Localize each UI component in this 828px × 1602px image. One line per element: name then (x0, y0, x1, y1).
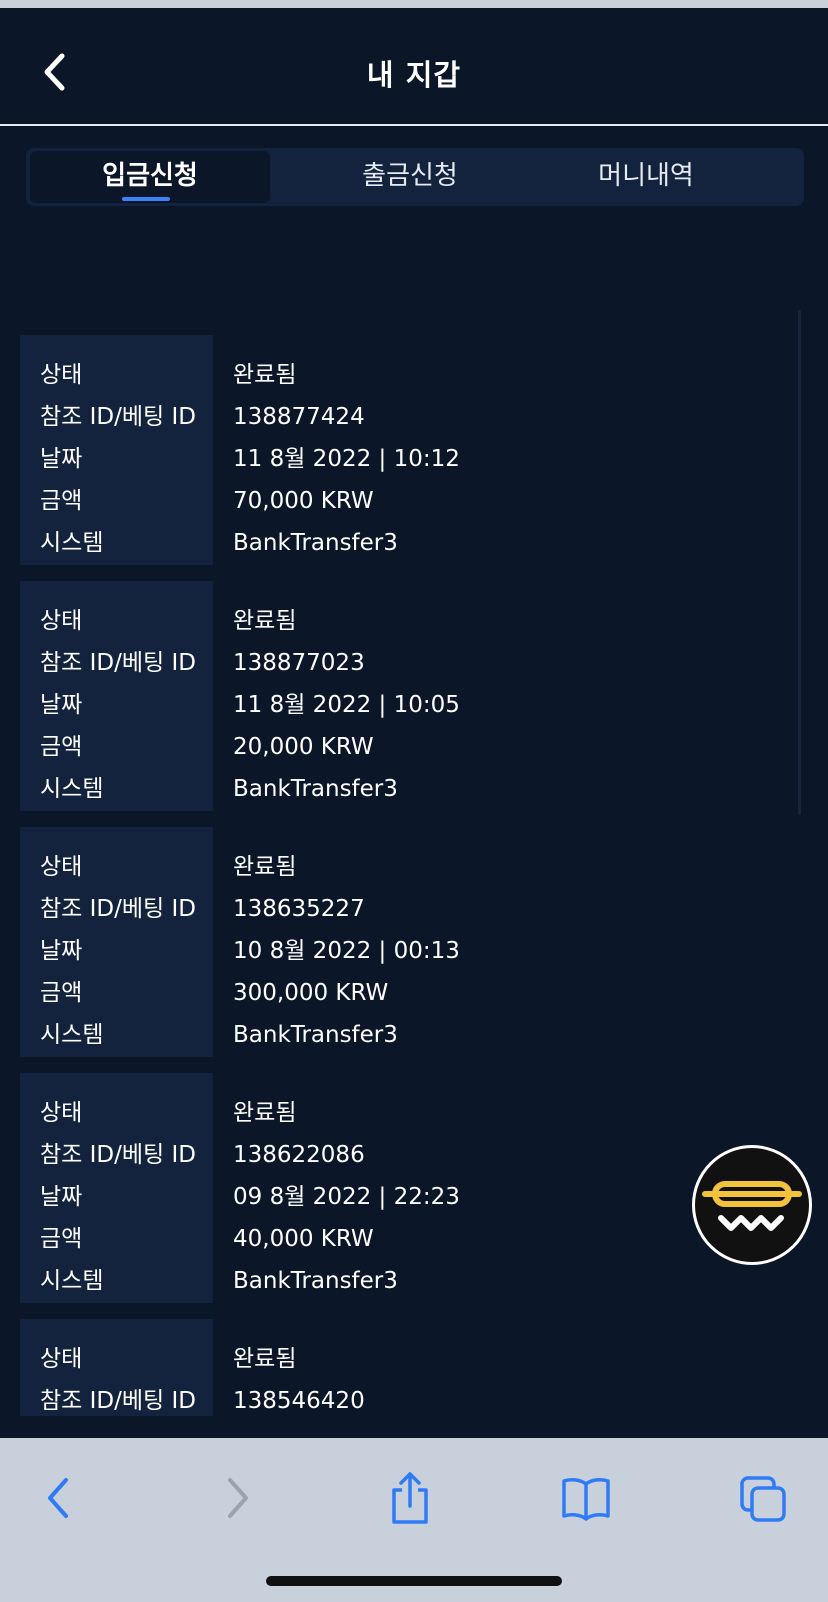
status-row: 상태 완료됨 (20, 601, 798, 641)
tab-label: 입금신청 (102, 161, 198, 191)
system-row: 시스템 BankTransfer3 (20, 523, 798, 563)
amount-label: 금액 (40, 1226, 83, 1252)
status-row: 상태 완료됨 (20, 1093, 798, 1133)
system-label: 시스템 (40, 1268, 104, 1294)
amount-label: 금액 (40, 734, 83, 760)
system-label: 시스템 (40, 776, 104, 802)
amount-row: 금액 70,000 KRW (20, 481, 798, 521)
tab-money-history[interactable]: 머니내역 (526, 151, 766, 203)
status-strip (0, 0, 828, 8)
tabs-icon (740, 1476, 786, 1522)
ref-label: 참조 ID/베팅 ID (40, 1388, 196, 1414)
bookmarks-button[interactable] (556, 1468, 616, 1528)
floating-chat-button[interactable] (692, 1145, 812, 1265)
status-row: 상태 완료됨 (20, 355, 798, 395)
forward-arrow-icon (228, 1478, 248, 1518)
ref-value: 138877023 (233, 650, 365, 676)
amount-row: 금액 300,000 KRW (20, 973, 798, 1013)
system-row: 시스템 BankTransfer3 (20, 769, 798, 809)
date-value: 11 8월 2022 | 10:05 (233, 692, 460, 718)
tab-withdraw-request[interactable]: 출금신청 (290, 151, 530, 203)
transaction-list: 상태 완료됨 참조 ID/베팅 ID 138877424 날짜 11 8월 20… (20, 335, 798, 1416)
tabs-button[interactable] (734, 1468, 794, 1528)
system-value: BankTransfer3 (233, 1022, 398, 1048)
status-value: 완료됨 (233, 362, 297, 388)
ref-row: 참조 ID/베팅 ID 138635227 (20, 889, 798, 929)
system-value: BankTransfer3 (233, 530, 398, 556)
date-label: 날짜 (40, 692, 83, 718)
home-indicator (266, 1576, 562, 1586)
ref-label: 참조 ID/베팅 ID (40, 896, 196, 922)
amount-row: 금액 20,000 KRW (20, 727, 798, 767)
date-value: 11 8월 2022 | 10:12 (233, 446, 460, 472)
system-row: 시스템 BankTransfer3 (20, 1261, 798, 1301)
ref-row: 참조 ID/베팅 ID 138622086 (20, 1135, 798, 1175)
amount-label: 금액 (40, 488, 83, 514)
scrollbar[interactable] (798, 310, 801, 815)
status-row: 상태 완료됨 (20, 847, 798, 887)
status-value: 완료됨 (233, 1346, 297, 1372)
transaction-card: 상태 완료됨 참조 ID/베팅 ID 138877023 날짜 11 8월 20… (20, 581, 798, 811)
ref-value: 138877424 (233, 404, 365, 430)
amount-value: 70,000 KRW (233, 488, 374, 514)
app-header: 내 지갑 (0, 8, 828, 126)
transaction-card: 상태 완료됨 참조 ID/베팅 ID 138622086 날짜 09 8월 20… (20, 1073, 798, 1303)
browser-forward-button[interactable] (206, 1468, 266, 1528)
tab-label: 출금신청 (362, 161, 458, 191)
status-label: 상태 (40, 362, 83, 388)
date-row: 날짜 10 8월 2022 | 00:13 (20, 931, 798, 971)
ref-row: 참조 ID/베팅 ID 138877023 (20, 643, 798, 683)
hotdog-logo-icon (702, 1181, 802, 1231)
status-label: 상태 (40, 854, 83, 880)
status-label: 상태 (40, 1100, 83, 1126)
system-row: 시스템 BankTransfer3 (20, 1015, 798, 1055)
ref-value: 138635227 (233, 896, 365, 922)
ref-label: 참조 ID/베팅 ID (40, 650, 196, 676)
bookmarks-icon (562, 1478, 610, 1521)
browser-back-button[interactable] (30, 1468, 90, 1528)
transaction-card: 상태 완료됨 참조 ID/베팅 ID 138635227 날짜 10 8월 20… (20, 827, 798, 1057)
transaction-card: 상태 완료됨 참조 ID/베팅 ID 138546420 (20, 1319, 798, 1416)
date-label: 날짜 (40, 938, 83, 964)
tab-label: 머니내역 (598, 161, 694, 191)
amount-row: 금액 40,000 KRW (20, 1219, 798, 1259)
transaction-card: 상태 완료됨 참조 ID/베팅 ID 138877424 날짜 11 8월 20… (20, 335, 798, 565)
date-row: 날짜 09 8월 2022 | 22:23 (20, 1177, 798, 1217)
ref-value: 138546420 (233, 1388, 365, 1414)
share-icon (392, 1472, 428, 1524)
page-title: 내 지갑 (366, 58, 462, 92)
date-label: 날짜 (40, 1184, 83, 1210)
date-row: 날짜 11 8월 2022 | 10:05 (20, 685, 798, 725)
status-value: 완료됨 (233, 854, 297, 880)
ref-row: 참조 ID/베팅 ID 138877424 (20, 397, 798, 437)
status-label: 상태 (40, 608, 83, 634)
amount-label: 금액 (40, 980, 83, 1006)
date-label: 날짜 (40, 446, 83, 472)
system-label: 시스템 (40, 530, 104, 556)
amount-value: 300,000 KRW (233, 980, 389, 1006)
system-label: 시스템 (40, 1022, 104, 1048)
date-row: 날짜 11 8월 2022 | 10:12 (20, 439, 798, 479)
status-row: 상태 완료됨 (20, 1339, 798, 1379)
ref-label: 참조 ID/베팅 ID (40, 404, 196, 430)
system-value: BankTransfer3 (233, 776, 398, 802)
tab-deposit-request[interactable]: 입금신청 (30, 151, 270, 203)
back-arrow-icon (48, 1478, 68, 1518)
share-button[interactable] (380, 1468, 440, 1528)
date-value: 10 8월 2022 | 00:13 (233, 938, 460, 964)
status-label: 상태 (40, 1346, 83, 1372)
amount-value: 20,000 KRW (233, 734, 374, 760)
status-value: 완료됨 (233, 608, 297, 634)
ref-label: 참조 ID/베팅 ID (40, 1142, 196, 1168)
tab-bar: 입금신청 출금신청 머니내역 (26, 148, 804, 206)
ref-row: 참조 ID/베팅 ID 138546420 (20, 1381, 798, 1416)
amount-value: 40,000 KRW (233, 1226, 374, 1252)
ref-value: 138622086 (233, 1142, 365, 1168)
system-value: BankTransfer3 (233, 1268, 398, 1294)
status-value: 완료됨 (233, 1100, 297, 1126)
active-tab-indicator (122, 197, 170, 201)
date-value: 09 8월 2022 | 22:23 (233, 1184, 460, 1210)
